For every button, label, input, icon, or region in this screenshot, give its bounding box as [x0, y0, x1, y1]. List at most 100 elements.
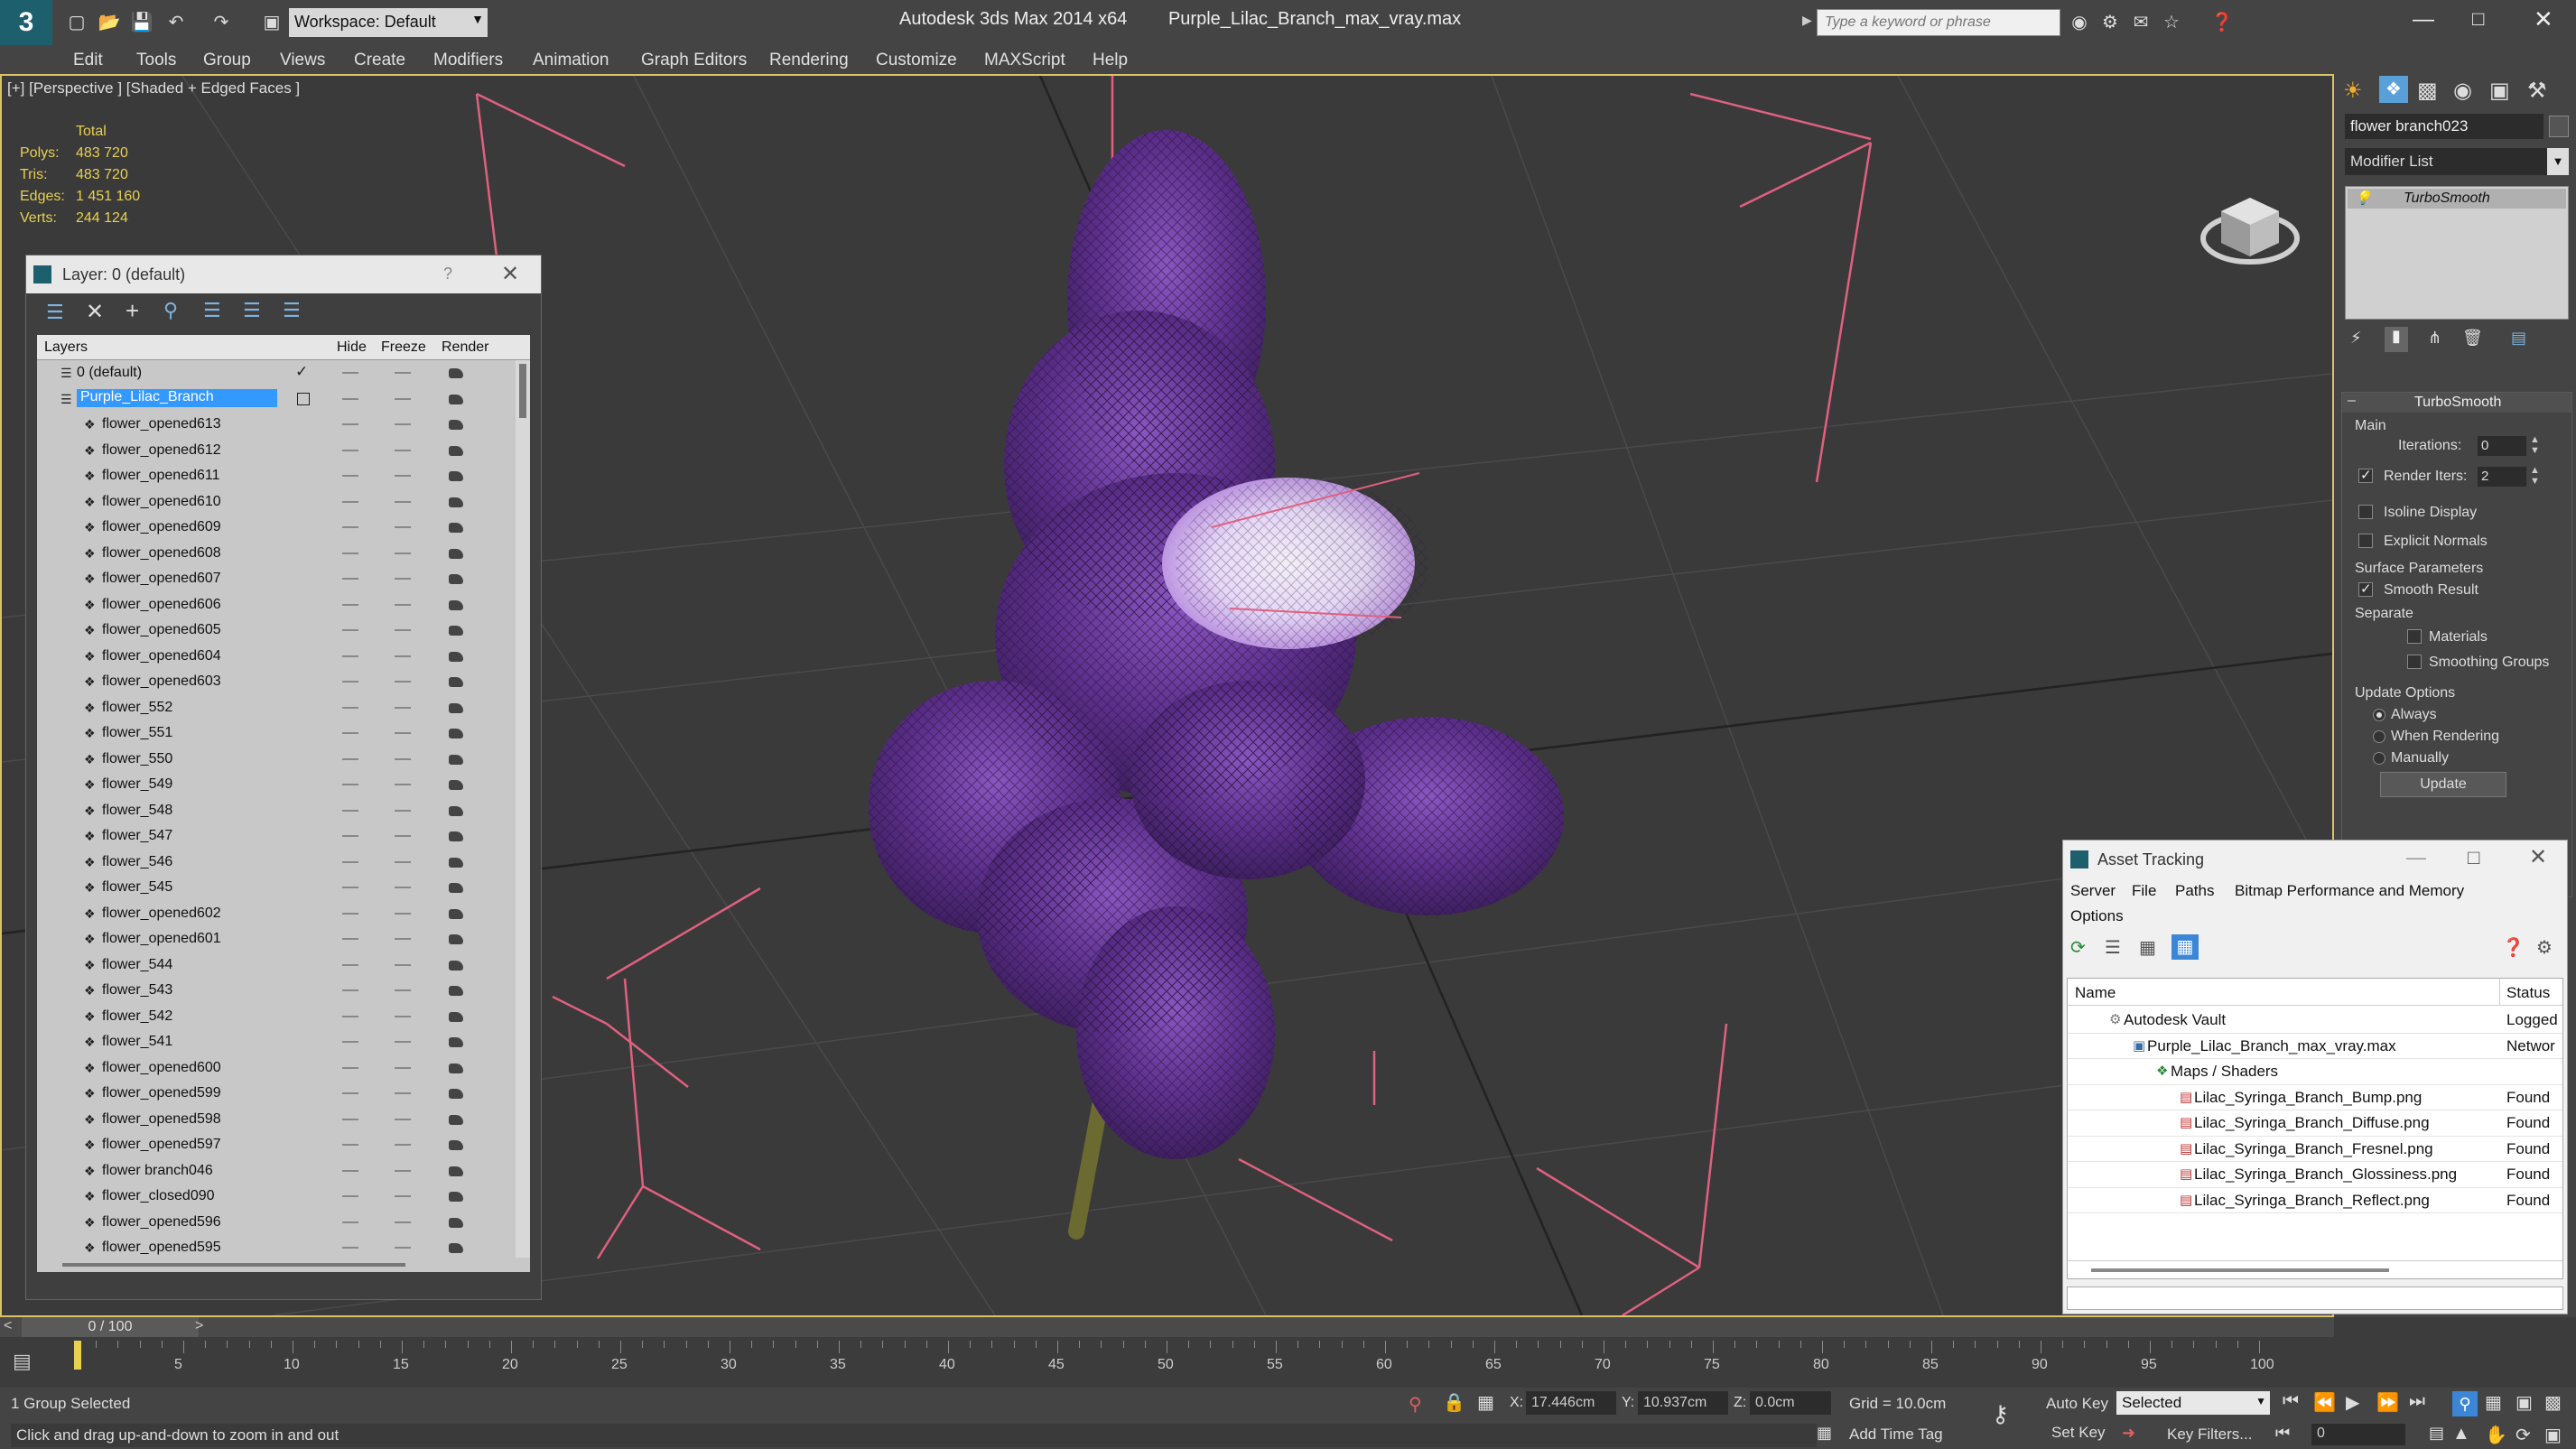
hide-toggle[interactable]	[342, 397, 358, 400]
asset-menu-paths[interactable]: Paths	[2175, 882, 2214, 900]
asset-row[interactable]: ⚙ Autodesk Vault Logged	[2068, 1008, 2562, 1034]
layer-object-item[interactable]: ❖ flower_541	[37, 1029, 525, 1055]
go-to-end-icon[interactable]: ⏭	[2409, 1391, 2425, 1412]
layer-object-item[interactable]: ❖ flower_548	[37, 798, 525, 824]
asset-tracking-titlebar[interactable]: Asset Tracking — □ ✕	[2063, 841, 2567, 878]
render-teapot-icon[interactable]	[449, 599, 463, 610]
render-teapot-icon[interactable]	[449, 420, 463, 430]
render-teapot-icon[interactable]	[449, 1140, 463, 1150]
asset-menu-file[interactable]: File	[2132, 882, 2156, 900]
viewport-label[interactable]: [+] [Perspective ] [Shaded + Edged Faces…	[7, 79, 300, 98]
hide-toggle[interactable]	[342, 1118, 358, 1120]
pan-view-icon[interactable]: ✋	[2485, 1424, 2507, 1446]
hide-toggle[interactable]	[342, 655, 358, 657]
always-radio[interactable]	[2373, 709, 2385, 721]
hide-toggle[interactable]	[342, 784, 358, 785]
layer-object-item[interactable]: ❖ flower_opened607	[37, 566, 525, 592]
freeze-toggle[interactable]	[395, 938, 411, 940]
render-teapot-icon[interactable]	[449, 497, 463, 507]
maximize-icon[interactable]: □	[2468, 846, 2479, 869]
workspace-dropdown[interactable]: Workspace: Default ▼	[289, 8, 488, 37]
modify-tab-icon[interactable]: ❖	[2379, 76, 2408, 103]
hide-toggle[interactable]	[342, 1092, 358, 1094]
x-coordinate-field[interactable]: 17.446cm	[1526, 1391, 1616, 1415]
hide-toggle[interactable]	[342, 526, 358, 528]
lightbulb-icon[interactable]: 💡	[2355, 190, 2372, 206]
freeze-toggle[interactable]	[395, 706, 411, 709]
project-folder-icon[interactable]: ▣	[260, 11, 284, 34]
menu-rendering[interactable]: Rendering	[769, 51, 849, 70]
layer-object-item[interactable]: ❖ flower_opened600	[37, 1055, 525, 1082]
hide-toggle[interactable]	[342, 963, 358, 966]
y-coordinate-field[interactable]: 10.937cm	[1638, 1391, 1728, 1415]
open-file-icon[interactable]: 📂	[98, 11, 121, 34]
layer-object-item[interactable]: ❖ flower_545	[37, 875, 525, 901]
default-in-out-tangent-icon[interactable]: ➜	[2122, 1424, 2135, 1443]
binoculars-icon[interactable]: ◉	[2068, 11, 2091, 34]
layer-window-close-icon[interactable]: ✕	[501, 261, 519, 287]
freeze-toggle[interactable]	[395, 757, 411, 760]
render-teapot-icon[interactable]	[449, 368, 463, 378]
menu-graph-editors[interactable]: Graph Editors	[641, 51, 747, 70]
layer-object-item[interactable]: ❖ flower_opened606	[37, 592, 525, 618]
track-bar[interactable]: 5 10 15 20 25 30 35 40 45 50 55 60 65 70 75 80 85 90 95 100	[74, 1341, 2274, 1386]
menu-customize[interactable]: Customize	[876, 51, 957, 70]
search-input[interactable]	[1817, 9, 2060, 36]
layer-object-item[interactable]: ❖ flower_546	[37, 850, 525, 876]
menu-views[interactable]: Views	[280, 51, 325, 70]
set-key-button[interactable]: Set Key	[2051, 1424, 2106, 1442]
asset-row[interactable]: ▣ Purple_Lilac_Branch_max_vray.max Networ	[2068, 1034, 2562, 1059]
go-to-start-icon[interactable]: ⏮	[2283, 1391, 2299, 1412]
maximize-viewport-icon[interactable]: ▣	[2544, 1424, 2562, 1446]
layer-object-item[interactable]: ❖ flower_opened610	[37, 489, 525, 516]
hide-toggle[interactable]	[342, 1221, 358, 1223]
layer-list-scrollbar[interactable]	[516, 360, 530, 1258]
layer-object-item[interactable]: ❖ flower_opened613	[37, 412, 525, 438]
layer-object-item[interactable]: ❖ flower_closed090	[37, 1184, 525, 1210]
selection-lock-icon[interactable]: 🔒	[1443, 1391, 1465, 1414]
menu-animation[interactable]: Animation	[533, 51, 609, 70]
asset-path-field[interactable]	[2067, 1286, 2563, 1310]
freeze-toggle[interactable]	[395, 500, 411, 503]
manually-radio[interactable]	[2373, 752, 2385, 765]
render-teapot-icon[interactable]	[449, 754, 463, 765]
key-filters-button[interactable]: Key Filters...	[2167, 1426, 2252, 1444]
hide-toggle[interactable]	[342, 603, 358, 606]
render-teapot-icon[interactable]	[449, 702, 463, 713]
auto-key-button[interactable]: Auto Key	[2046, 1395, 2108, 1413]
layer-object-item[interactable]: ❖ flower_opened595	[37, 1235, 525, 1258]
layer-object-item[interactable]: ❖ flower_opened602	[37, 901, 525, 927]
redo-icon[interactable]: ↷	[209, 11, 233, 34]
current-layer-check-icon[interactable]: ✓	[295, 363, 308, 381]
display-tab-icon[interactable]: ▣	[2489, 78, 2510, 104]
freeze-toggle[interactable]	[395, 835, 411, 837]
menu-maxscript[interactable]: MAXScript	[984, 51, 1065, 70]
freeze-toggle[interactable]	[395, 372, 411, 374]
freeze-toggle[interactable]	[395, 603, 411, 606]
refresh-icon[interactable]: ⟳	[2070, 936, 2086, 959]
freeze-toggle[interactable]	[395, 1221, 411, 1223]
render-teapot-icon[interactable]	[449, 394, 463, 404]
column-layers[interactable]: Layers	[44, 339, 88, 356]
hide-toggle[interactable]	[342, 1195, 358, 1197]
asset-menu-options[interactable]: Options	[2070, 907, 2124, 925]
column-hide[interactable]: Hide	[337, 339, 367, 356]
freeze-toggle[interactable]	[395, 681, 411, 683]
freeze-toggle[interactable]	[395, 1092, 411, 1094]
hide-toggle[interactable]	[342, 681, 358, 683]
render-teapot-icon[interactable]	[449, 1166, 463, 1176]
show-end-result-icon[interactable]: ▮	[2385, 327, 2408, 352]
hide-toggle[interactable]	[342, 552, 358, 554]
column-render[interactable]: Render	[442, 339, 488, 356]
layer-object-item[interactable]: ❖ flower_opened598	[37, 1107, 525, 1133]
layer-object-item[interactable]: ❖ flower branch046	[37, 1158, 525, 1184]
freeze-toggle[interactable]	[395, 1041, 411, 1043]
asset-horizontal-scrollbar[interactable]	[2068, 1260, 2562, 1278]
layer-object-item[interactable]: ❖ flower_551	[37, 720, 525, 747]
add-time-tag[interactable]: Add Time Tag	[1849, 1426, 1943, 1444]
layer-object-item[interactable]: ❖ flower_opened603	[37, 669, 525, 695]
hide-toggle[interactable]	[342, 629, 358, 631]
render-teapot-icon[interactable]	[449, 651, 463, 662]
key-selection-dropdown[interactable]: Selected ▼	[2116, 1391, 2270, 1415]
scrollbar-thumb[interactable]	[519, 364, 526, 418]
